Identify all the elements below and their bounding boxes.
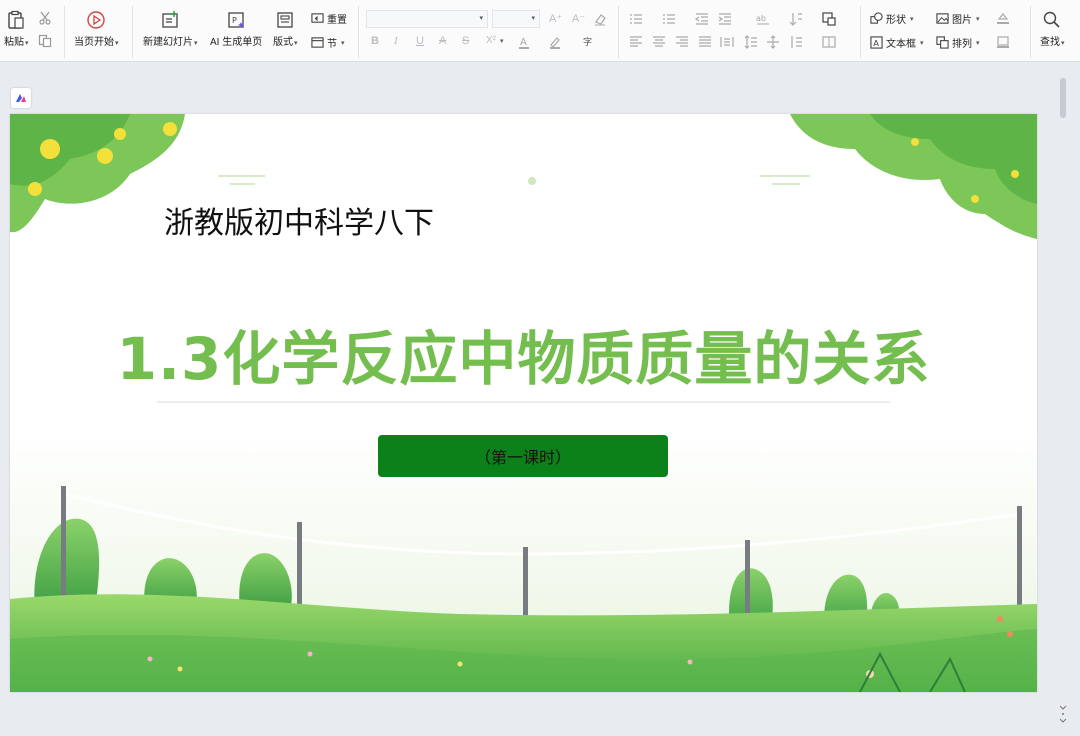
textbox-icon: A bbox=[870, 36, 883, 49]
scroll-page-arrows-icon[interactable] bbox=[1059, 703, 1067, 725]
font-name-select[interactable]: ▾ bbox=[366, 10, 488, 28]
columns-icon[interactable] bbox=[822, 35, 836, 49]
strikethrough-button[interactable]: A bbox=[439, 35, 446, 47]
textbox-button[interactable]: A 文本框 ▾ bbox=[870, 35, 924, 50]
top-right-foliage bbox=[790, 114, 1037, 239]
lesson-label-button[interactable]: （第一课时） bbox=[378, 435, 668, 477]
highlight-icon[interactable] bbox=[548, 35, 562, 49]
ai-generate-slide-button[interactable]: P AI 生成单页 bbox=[210, 10, 262, 48]
underline-button[interactable]: U bbox=[416, 35, 424, 47]
bold-button[interactable]: B bbox=[371, 35, 379, 47]
layout-button[interactable]: 版式▾ bbox=[273, 10, 298, 48]
svg-text:P: P bbox=[232, 16, 237, 25]
bullet-list-icon[interactable] bbox=[629, 12, 643, 26]
ribbon-toolbar: 粘贴▾ 当页开始▾ 新建幻灯片▾ P AI 生成单页 版式▾ 重置 节 ▾ ▾ … bbox=[0, 0, 1080, 62]
separator bbox=[860, 6, 861, 58]
superscript-button[interactable]: X² ▾ bbox=[486, 35, 504, 46]
font-color-icon[interactable]: A bbox=[517, 35, 531, 49]
vertical-scrollbar[interactable] bbox=[1058, 76, 1068, 726]
svg-text:A: A bbox=[873, 38, 879, 48]
shape-button[interactable]: 形状 ▾ bbox=[870, 11, 914, 26]
lesson-label-text: （第一课时） bbox=[474, 448, 571, 467]
align-left-icon[interactable] bbox=[629, 35, 643, 49]
separator bbox=[132, 6, 133, 58]
picture-icon bbox=[936, 13, 949, 24]
para-spacing-icon[interactable] bbox=[766, 35, 780, 49]
scrollbar-thumb[interactable] bbox=[1060, 78, 1066, 118]
reset-icon bbox=[311, 13, 324, 23]
ai-slide-icon: P bbox=[228, 12, 245, 28]
paste-icon bbox=[8, 10, 24, 29]
justify-icon[interactable] bbox=[698, 35, 712, 49]
line-spacing-icon[interactable] bbox=[744, 35, 758, 49]
increase-indent-icon[interactable] bbox=[718, 12, 732, 26]
convert-icon[interactable] bbox=[822, 12, 836, 26]
top-left-foliage bbox=[10, 114, 185, 233]
distribute-icon[interactable] bbox=[720, 35, 734, 49]
arrange-button[interactable]: 排列 ▾ bbox=[936, 35, 980, 50]
play-icon bbox=[87, 11, 105, 29]
slide-title[interactable]: 1.3化学反应中物质质量的关系 bbox=[10, 312, 1037, 396]
copy-icon[interactable] bbox=[38, 34, 52, 48]
shape-icon bbox=[870, 12, 883, 24]
decrease-indent-icon[interactable] bbox=[695, 12, 709, 26]
font-shrink-button[interactable]: A⁻ bbox=[572, 12, 585, 25]
cut-icon[interactable] bbox=[38, 11, 52, 25]
new-slide-icon bbox=[162, 11, 178, 28]
char-spacing-icon[interactable]: 字 bbox=[582, 35, 596, 49]
svg-text:A: A bbox=[520, 37, 527, 48]
font-size-select[interactable]: ▾ bbox=[492, 10, 540, 28]
svg-text:ab: ab bbox=[756, 14, 766, 23]
shadow-button[interactable]: S bbox=[462, 35, 469, 47]
font-grow-button[interactable]: A⁺ bbox=[549, 12, 562, 25]
line-height-icon[interactable] bbox=[789, 35, 803, 49]
fill-icon[interactable] bbox=[996, 11, 1010, 25]
align-right-icon[interactable] bbox=[675, 35, 689, 49]
slide-canvas[interactable]: 浙教版初中科学八下 1.3化学反应中物质质量的关系 （第一课时） bbox=[10, 114, 1037, 692]
find-button[interactable]: 查找▾ bbox=[1040, 10, 1065, 48]
layout-icon bbox=[277, 12, 293, 28]
paste-button[interactable]: 粘贴▾ bbox=[4, 10, 29, 48]
picture-button[interactable]: 图片 ▾ bbox=[936, 11, 980, 26]
app-logo-badge[interactable] bbox=[11, 88, 31, 108]
text-direction-icon[interactable]: ab bbox=[756, 12, 770, 26]
clear-format-icon[interactable] bbox=[593, 12, 607, 26]
app-logo-icon bbox=[16, 94, 26, 102]
section-button[interactable]: 节 ▾ bbox=[311, 35, 345, 50]
numbered-list-icon[interactable] bbox=[662, 12, 676, 26]
separator bbox=[358, 6, 359, 58]
italic-button[interactable]: I bbox=[394, 35, 398, 47]
outline-icon[interactable] bbox=[996, 35, 1010, 49]
separator bbox=[64, 6, 65, 58]
align-center-icon[interactable] bbox=[652, 35, 666, 49]
svg-text:字: 字 bbox=[583, 36, 592, 48]
slide-subtitle[interactable]: 浙教版初中科学八下 bbox=[164, 198, 434, 242]
section-icon bbox=[311, 37, 324, 48]
separator bbox=[1030, 6, 1031, 58]
arrange-icon bbox=[936, 36, 949, 49]
sort-icon[interactable] bbox=[789, 12, 803, 26]
new-slide-button[interactable]: 新建幻灯片▾ bbox=[143, 10, 198, 48]
search-icon bbox=[1044, 11, 1060, 28]
play-from-current-button[interactable]: 当页开始▾ bbox=[74, 10, 119, 48]
separator bbox=[618, 6, 619, 58]
reset-button[interactable]: 重置 bbox=[311, 11, 347, 26]
